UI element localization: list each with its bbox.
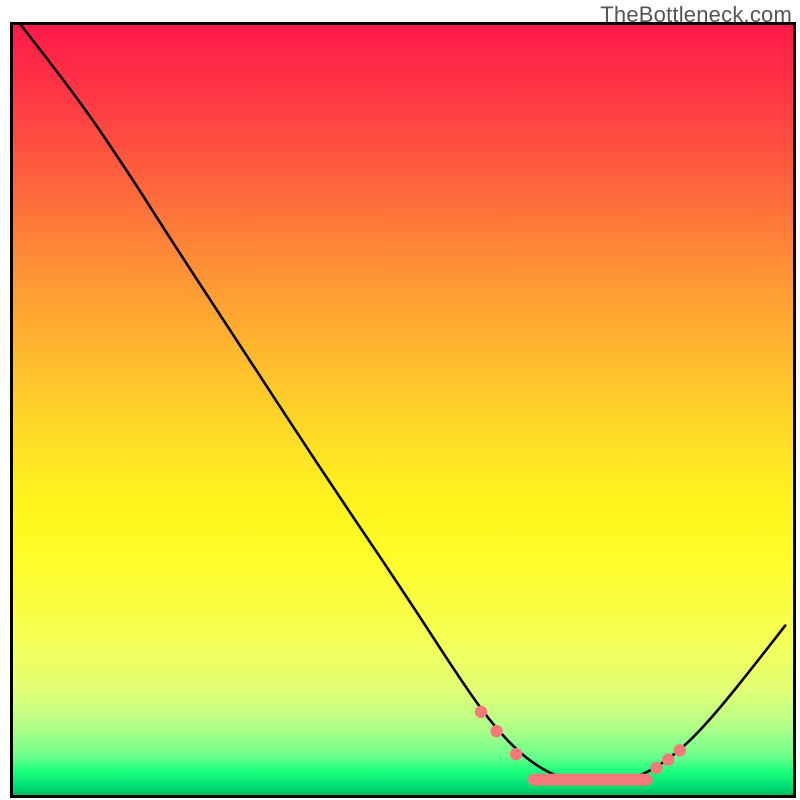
plot-area bbox=[10, 22, 796, 798]
marker-band bbox=[528, 774, 653, 786]
curve-markers bbox=[475, 706, 686, 786]
marker-dot bbox=[490, 725, 502, 737]
chart-frame: TheBottleneck.com bbox=[0, 0, 800, 800]
bottleneck-curve bbox=[21, 25, 785, 784]
marker-dot bbox=[650, 762, 662, 774]
marker-dot bbox=[674, 744, 686, 756]
marker-dot bbox=[475, 706, 487, 718]
marker-dot bbox=[510, 748, 522, 760]
marker-dot bbox=[662, 753, 674, 765]
curve-layer bbox=[13, 25, 793, 795]
